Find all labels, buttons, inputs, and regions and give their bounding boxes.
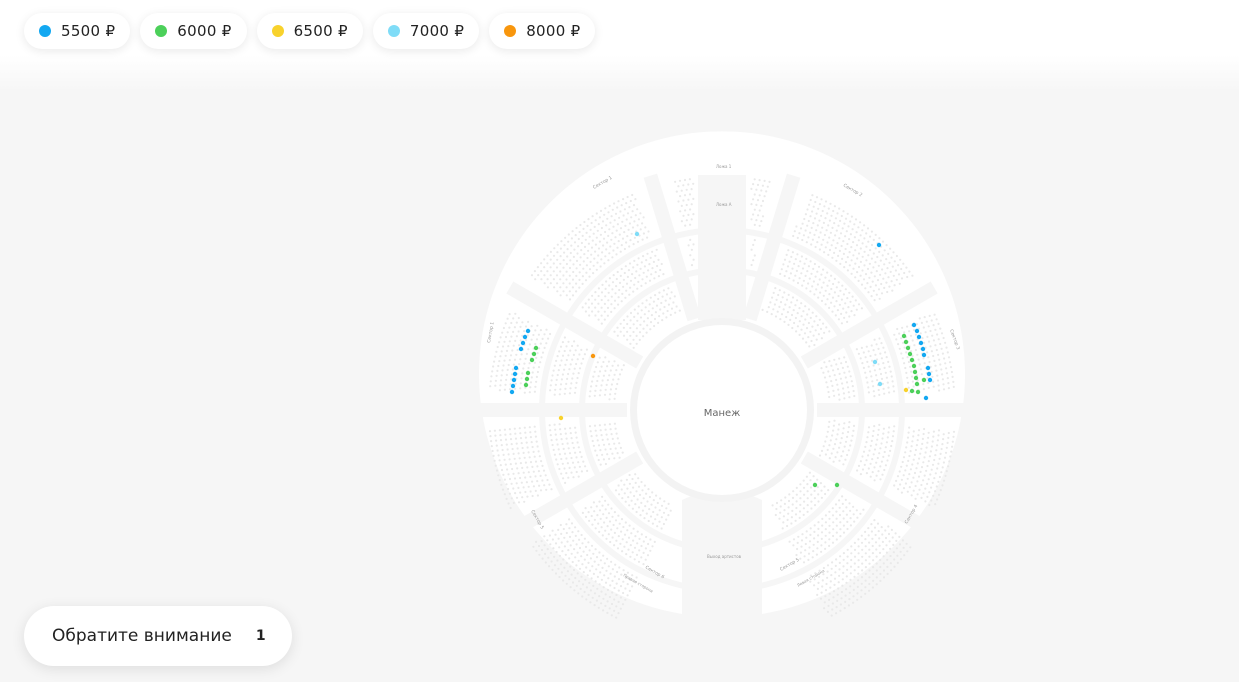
available-seat[interactable] [915,389,921,395]
available-seat[interactable] [921,377,927,383]
available-seat[interactable] [909,357,915,363]
available-seat[interactable] [872,359,878,365]
available-seat[interactable] [558,415,564,421]
available-seat[interactable] [903,387,909,393]
available-seat[interactable] [510,383,516,389]
available-seat[interactable] [927,377,933,383]
available-seat[interactable] [522,334,528,340]
section-label: Ложа 1 [716,164,732,169]
available-seat[interactable] [920,346,926,352]
available-seat[interactable] [913,375,919,381]
available-seat[interactable] [590,353,596,359]
notice-label: Обратите внимание [52,626,232,646]
available-seat[interactable] [914,381,920,387]
available-seat[interactable] [923,395,929,401]
available-seat[interactable] [525,370,531,376]
available-seat[interactable] [921,352,927,358]
available-seat[interactable] [533,345,539,351]
available-seat[interactable] [511,377,517,383]
notice-count-badge: 1 [255,628,266,644]
available-seat[interactable] [911,363,917,369]
arena-label: Манеж [704,408,740,419]
available-seat[interactable] [525,328,531,334]
section-label: Ложа А [716,202,732,207]
available-seat[interactable] [529,357,535,363]
available-seat[interactable] [518,346,524,352]
available-seat[interactable] [901,333,907,339]
entrance-label: Выход артистов [707,554,742,559]
available-seat[interactable] [523,382,529,388]
available-seat[interactable] [903,339,909,345]
available-seat[interactable] [834,482,840,488]
available-seat[interactable] [812,482,818,488]
available-seat[interactable] [905,345,911,351]
available-seat[interactable] [524,376,530,382]
available-seat[interactable] [531,351,537,357]
available-seat[interactable] [909,388,915,394]
available-seat[interactable] [926,371,932,377]
seat-map[interactable]: Манеж Выход артистов Сектор 1 Ложа 1 Сек… [0,0,1239,682]
available-seat[interactable] [916,334,922,340]
available-seat[interactable] [509,389,515,395]
available-seat[interactable] [634,231,640,237]
available-seat[interactable] [918,340,924,346]
available-seat[interactable] [876,242,882,248]
available-seat[interactable] [877,381,883,387]
available-seat[interactable] [513,365,519,371]
available-seat[interactable] [914,328,920,334]
available-seat[interactable] [911,322,917,328]
available-seat[interactable] [520,340,526,346]
available-seat[interactable] [907,351,913,357]
available-seat[interactable] [912,369,918,375]
notice-button[interactable]: Обратите внимание 1 [24,606,292,666]
available-seat[interactable] [512,371,518,377]
available-seat[interactable] [925,365,931,371]
